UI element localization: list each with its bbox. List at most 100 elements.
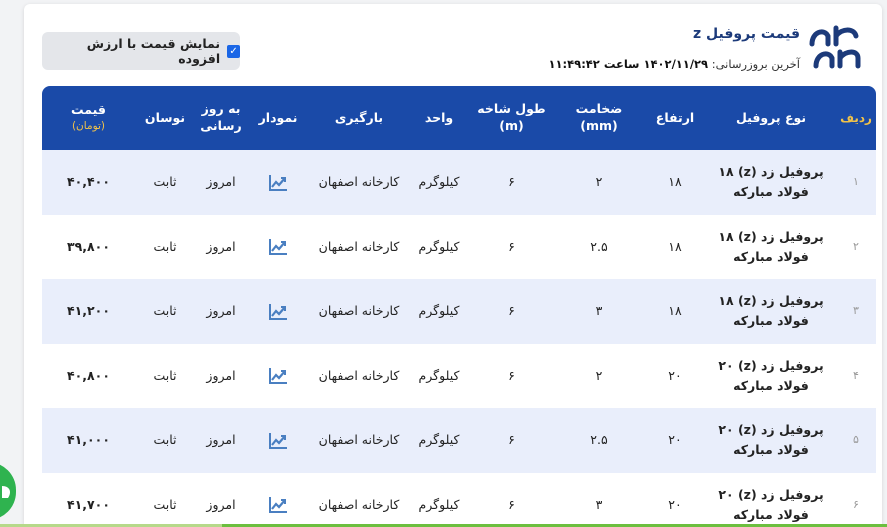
cell-updated: امروز bbox=[206, 238, 236, 254]
col-length-unit: (m) bbox=[499, 118, 524, 133]
cell-updated: امروز bbox=[206, 367, 236, 383]
price-card: قیمت پروفیل z آخرین بروزرسانی: ۱۴۰۲/۱۱/۲… bbox=[24, 4, 882, 527]
trend-chart-icon[interactable] bbox=[268, 174, 288, 192]
cell-loading: کارخانه اصفهان bbox=[318, 303, 400, 319]
table-row: ۵ پروفیل زد (z) ۲۰ فولاد مبارکه ۲۰ ۲.۵ ۶ کیلو… bbox=[42, 408, 876, 473]
col-chart: نمودار bbox=[258, 109, 298, 125]
cell-fluctuation: ثابت bbox=[153, 432, 177, 448]
col-price-unit: (تومان) bbox=[71, 120, 106, 133]
col-loading: بارگیری bbox=[334, 109, 384, 125]
cell-price: ۴۱,۷۰۰ bbox=[67, 496, 110, 512]
cell-type: پروفیل زد (z) ۱۸ فولاد مبارکه bbox=[718, 228, 824, 264]
cell-height: ۱۸ bbox=[668, 303, 682, 319]
trend-chart-icon[interactable] bbox=[268, 432, 288, 450]
cell-price: ۴۱,۰۰۰ bbox=[67, 432, 110, 448]
cell-height: ۲۰ bbox=[668, 432, 682, 448]
cell-height: ۱۸ bbox=[668, 174, 682, 190]
chart-cell[interactable] bbox=[247, 215, 309, 280]
cell-thickness: ۳ bbox=[595, 303, 603, 319]
card-header: قیمت پروفیل z آخرین بروزرسانی: ۱۴۰۲/۱۱/۲… bbox=[24, 4, 882, 86]
cell-height: ۲۰ bbox=[668, 367, 682, 383]
col-thickness: ضخامت (mm) bbox=[554, 86, 644, 150]
cell-length: ۶ bbox=[508, 367, 515, 383]
cell-loading: کارخانه اصفهان bbox=[318, 367, 400, 383]
cell-unit: کیلوگرم bbox=[418, 496, 460, 512]
col-thickness-label: ضخامت bbox=[575, 101, 623, 117]
brand-logo-icon bbox=[809, 25, 861, 69]
cell-thickness: ۳ bbox=[595, 496, 603, 512]
cell-loading: کارخانه اصفهان bbox=[318, 174, 400, 190]
cell-thickness: ۲.۵ bbox=[590, 432, 608, 448]
cell-idx: ۵ bbox=[853, 433, 859, 447]
cell-length: ۶ bbox=[508, 303, 515, 319]
chart-cell[interactable] bbox=[247, 473, 309, 527]
chart-cell[interactable] bbox=[247, 408, 309, 473]
cell-loading: کارخانه اصفهان bbox=[318, 432, 400, 448]
cell-loading: کارخانه اصفهان bbox=[318, 238, 400, 254]
last-update-label: آخرین بروزرسانی: bbox=[711, 57, 800, 71]
vat-toggle-label: نمایش قیمت با ارزش افزوده bbox=[86, 36, 221, 66]
chart-cell[interactable] bbox=[247, 150, 309, 215]
cell-idx: ۶ bbox=[853, 497, 859, 511]
cell-idx: ۴ bbox=[853, 368, 859, 382]
col-length: طول شاخه (m) bbox=[469, 86, 554, 150]
col-unit: واحد bbox=[424, 109, 454, 125]
cell-fluctuation: ثابت bbox=[153, 367, 177, 383]
cell-updated: امروز bbox=[206, 174, 236, 190]
cell-length: ۶ bbox=[508, 238, 515, 254]
cell-unit: کیلوگرم bbox=[418, 174, 460, 190]
cell-height: ۱۸ bbox=[668, 238, 682, 254]
cell-price: ۴۰,۸۰۰ bbox=[67, 367, 110, 383]
cell-thickness: ۲.۵ bbox=[590, 238, 608, 254]
cell-idx: ۳ bbox=[853, 304, 859, 318]
cell-type: پروفیل زد (z) ۲۰ فولاد مبارکه bbox=[718, 422, 824, 458]
price-table: ردیف نوع پروفیل ارتفاع ضخامت (mm) طول شاخ… bbox=[42, 86, 876, 527]
cell-type: پروفیل زد (z) ۱۸ فولاد مبارکه bbox=[718, 293, 824, 329]
cell-price: ۴۰,۴۰۰ bbox=[67, 174, 110, 190]
table-header-row: ردیف نوع پروفیل ارتفاع ضخامت (mm) طول شاخ… bbox=[42, 86, 876, 150]
trend-chart-icon[interactable] bbox=[268, 496, 288, 514]
cell-price: ۴۱,۲۰۰ bbox=[67, 303, 110, 319]
vat-checkbox[interactable]: ✓ bbox=[227, 44, 240, 58]
cell-height: ۲۰ bbox=[668, 496, 682, 512]
cell-unit: کیلوگرم bbox=[418, 432, 460, 448]
trend-chart-icon[interactable] bbox=[268, 367, 288, 385]
trend-chart-icon[interactable] bbox=[268, 303, 288, 321]
cell-updated: امروز bbox=[206, 303, 236, 319]
cell-fluctuation: ثابت bbox=[153, 174, 177, 190]
cell-type: پروفیل زد (z) ۱۸ فولاد مبارکه bbox=[718, 164, 824, 200]
vat-price-toggle[interactable]: ✓ نمایش قیمت با ارزش افزوده bbox=[42, 32, 240, 70]
col-length-label: طول شاخه bbox=[477, 101, 546, 117]
chart-cell[interactable] bbox=[247, 279, 309, 344]
cell-price: ۳۹,۸۰۰ bbox=[67, 238, 110, 254]
cell-loading: کارخانه اصفهان bbox=[318, 496, 400, 512]
table-row: ۳ پروفیل زد (z) ۱۸ فولاد مبارکه ۱۸ ۳ ۶ کیلوگر… bbox=[42, 279, 876, 344]
cell-type: پروفیل زد (z) ۲۰ فولاد مبارکه bbox=[718, 357, 824, 393]
col-height: ارتفاع bbox=[655, 109, 695, 125]
whatsapp-icon bbox=[2, 486, 10, 498]
cell-fluctuation: ثابت bbox=[153, 496, 177, 512]
cell-updated: امروز bbox=[206, 432, 236, 448]
last-update-value: ۱۴۰۲/۱۱/۲۹ ساعت ۱۱:۴۹:۴۲ bbox=[548, 57, 709, 71]
trend-chart-icon[interactable] bbox=[268, 238, 288, 256]
cell-length: ۶ bbox=[508, 496, 515, 512]
cell-unit: کیلوگرم bbox=[418, 303, 460, 319]
cell-fluctuation: ثابت bbox=[153, 238, 177, 254]
cell-unit: کیلوگرم bbox=[418, 367, 460, 383]
table-row: ۴ پروفیل زد (z) ۲۰ فولاد مبارکه ۲۰ ۲ ۶ کیلوگر… bbox=[42, 343, 876, 409]
page-title: قیمت پروفیل z bbox=[692, 26, 800, 42]
col-price-label: قیمت bbox=[71, 102, 106, 118]
last-update: آخرین بروزرسانی: ۱۴۰۲/۱۱/۲۹ ساعت ۱۱:۴۹:۴… bbox=[549, 57, 800, 71]
cell-length: ۶ bbox=[508, 432, 515, 448]
cell-thickness: ۲ bbox=[595, 174, 603, 190]
cell-updated: امروز bbox=[206, 496, 236, 512]
col-fluctuation: نوسان bbox=[144, 109, 186, 125]
col-type: نوع پروفیل bbox=[735, 109, 807, 125]
cell-thickness: ۲ bbox=[595, 367, 603, 383]
cell-idx: ۲ bbox=[853, 239, 859, 253]
col-thickness-unit: (mm) bbox=[580, 118, 618, 133]
cell-fluctuation: ثابت bbox=[153, 303, 177, 319]
col-price: قیمت (تومان) bbox=[42, 86, 135, 150]
chart-cell[interactable] bbox=[247, 344, 309, 409]
cell-idx: ۱ bbox=[853, 175, 859, 189]
